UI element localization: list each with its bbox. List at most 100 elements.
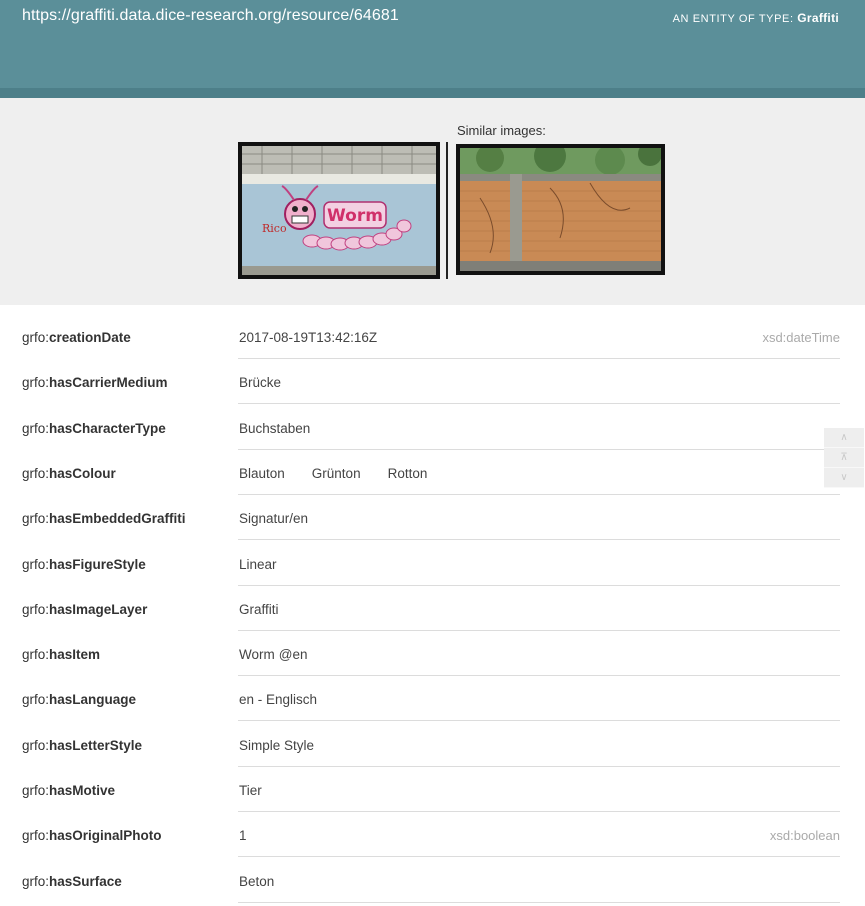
property-name-link[interactable]: grfo:hasFigureStyle xyxy=(22,557,146,572)
property-values: Graffiti xyxy=(239,602,306,617)
property-prefix: grfo: xyxy=(22,737,50,753)
property-prefix: grfo: xyxy=(22,783,50,798)
property-name-link[interactable]: grfo:hasImageLayer xyxy=(22,602,147,617)
property-name-link[interactable]: grfo:hasCarrierMedium xyxy=(22,375,168,390)
similar-images-label: Similar images: xyxy=(457,123,546,138)
property-name-link[interactable]: grfo:hasCharacterType xyxy=(22,421,166,436)
row-separator xyxy=(238,901,840,903)
property-name-link[interactable]: grfo:hasOriginalPhoto xyxy=(22,828,162,843)
property-values: Brücke xyxy=(239,375,308,390)
property-row: grfo:hasOriginalPhoto 1 xsd:boolean xyxy=(0,812,865,858)
property-name-link[interactable]: grfo:hasLanguage xyxy=(22,692,136,707)
property-values: 2017-08-19T13:42:16Z xyxy=(239,330,404,345)
property-prefix: grfo: xyxy=(22,511,50,527)
brick-wall-image xyxy=(460,148,661,271)
entity-type-prefix: An entity of type: xyxy=(672,13,794,25)
property-prefix: grfo: xyxy=(22,828,50,844)
chevron-down-icon[interactable]: ∨ xyxy=(824,468,864,488)
jump-to-top-icon[interactable]: ⊼ xyxy=(824,448,864,468)
property-prefix: grfo: xyxy=(22,330,50,345)
property-name-link[interactable]: grfo:hasMotive xyxy=(22,783,115,798)
svg-text:Worm: Worm xyxy=(327,206,383,226)
property-prefix: grfo: xyxy=(22,692,50,708)
image-gallery: Worm Rico Similar images: xyxy=(0,98,865,305)
property-name-link[interactable]: grfo:hasSurface xyxy=(22,874,122,889)
property-prefix: grfo: xyxy=(22,375,50,391)
property-row: grfo:hasCharacterType Buchstaben xyxy=(0,405,865,450)
page-header: https://graffiti.data.dice-research.org/… xyxy=(0,0,865,98)
property-prefix: grfo: xyxy=(22,420,50,436)
svg-text:Rico: Rico xyxy=(262,222,287,235)
property-local-name: hasCharacterType xyxy=(49,420,166,436)
property-values: Simple Style xyxy=(239,738,341,753)
property-local-name: hasEmbeddedGraffiti xyxy=(49,511,186,527)
property-values: 1 xyxy=(239,828,274,843)
datatype-label[interactable]: xsd:dateTime xyxy=(762,330,840,345)
property-row: grfo:hasCarrierMedium Brücke xyxy=(0,359,865,405)
property-value[interactable]: en - Englisch xyxy=(239,692,317,707)
property-local-name: hasImageLayer xyxy=(49,601,148,617)
property-value[interactable]: Signatur/en xyxy=(239,511,308,526)
entity-type-label: An entity of type: Graffiti xyxy=(673,11,839,25)
property-value[interactable]: Worm xyxy=(239,647,275,662)
property-row: grfo:hasSurface Beton xyxy=(0,858,865,903)
property-row: grfo:hasEmbeddedGraffiti Signatur/en xyxy=(0,495,865,541)
property-local-name: hasColour xyxy=(49,465,116,481)
property-values: Signatur/en xyxy=(239,511,335,526)
similar-image-thumbnail[interactable] xyxy=(456,144,665,275)
property-prefix: grfo: xyxy=(22,465,50,481)
property-value[interactable]: 1 xyxy=(239,828,247,843)
property-values: Linear xyxy=(239,557,304,572)
worm-graffiti-image: Worm Rico xyxy=(242,146,436,275)
property-row: grfo:hasLetterStyle Simple Style xyxy=(0,722,865,767)
property-value[interactable]: Beton xyxy=(239,874,274,889)
entity-type-link[interactable]: Graffiti xyxy=(797,11,839,25)
property-value[interactable]: Rotton xyxy=(388,466,428,481)
property-row: grfo:hasColour Blauton Grünton Rotton xyxy=(0,450,865,495)
property-value[interactable]: Simple Style xyxy=(239,738,314,753)
resource-url[interactable]: https://graffiti.data.dice-research.org/… xyxy=(22,7,399,25)
property-name-link[interactable]: grfo:hasItem xyxy=(22,647,100,662)
property-row: grfo:hasImageLayer Graffiti xyxy=(0,586,865,631)
gallery-divider xyxy=(446,142,448,279)
property-local-name: hasLetterStyle xyxy=(49,737,143,753)
property-value[interactable]: Linear xyxy=(239,557,277,572)
datatype-label[interactable]: xsd:boolean xyxy=(770,828,840,843)
property-value[interactable]: Graffiti xyxy=(239,602,279,617)
property-row: grfo:hasMotive Tier xyxy=(0,767,865,812)
property-values: Blauton Grünton Rotton xyxy=(239,466,454,481)
property-local-name: creationDate xyxy=(49,330,131,345)
property-name-link[interactable]: grfo:creationDate xyxy=(22,330,131,345)
property-local-name: hasMotive xyxy=(49,783,116,798)
property-local-name: hasLanguage xyxy=(49,692,137,708)
property-name-link[interactable]: grfo:hasColour xyxy=(22,466,116,481)
property-row: grfo:hasLanguage en - Englisch xyxy=(0,676,865,722)
property-values: Buchstaben xyxy=(239,421,337,436)
property-values: en - Englisch xyxy=(239,692,344,707)
property-local-name: hasFigureStyle xyxy=(49,556,146,572)
property-value[interactable]: 2017-08-19T13:42:16Z xyxy=(239,330,377,345)
header-bottom-band xyxy=(0,88,865,98)
property-name-link[interactable]: grfo:hasLetterStyle xyxy=(22,738,142,753)
property-local-name: hasSurface xyxy=(49,873,122,889)
property-local-name: hasOriginalPhoto xyxy=(49,828,162,844)
property-prefix: grfo: xyxy=(22,647,50,663)
property-prefix: grfo: xyxy=(22,873,50,889)
property-row: grfo:hasItem Worm @en xyxy=(0,631,865,677)
property-prefix: grfo: xyxy=(22,556,50,572)
property-row: grfo:hasFigureStyle Linear xyxy=(0,541,865,586)
property-prefix: grfo: xyxy=(22,601,50,617)
property-local-name: hasCarrierMedium xyxy=(49,375,168,391)
property-name-link[interactable]: grfo:hasEmbeddedGraffiti xyxy=(22,511,186,526)
property-value[interactable]: Buchstaben xyxy=(239,421,310,436)
main-graffiti-photo[interactable]: Worm Rico xyxy=(238,142,440,279)
property-local-name: hasItem xyxy=(49,647,101,663)
property-value[interactable]: Blauton xyxy=(239,466,285,481)
property-value[interactable]: Tier xyxy=(239,783,262,798)
property-row: grfo:creationDate 2017-08-19T13:42:16Z xsd… xyxy=(0,314,865,359)
property-value[interactable]: Grünton xyxy=(312,466,361,481)
property-values: Beton xyxy=(239,874,301,889)
property-values: Worm @en xyxy=(239,647,307,662)
chevron-up-icon[interactable]: ∧ xyxy=(824,428,864,448)
property-value[interactable]: Brücke xyxy=(239,375,281,390)
